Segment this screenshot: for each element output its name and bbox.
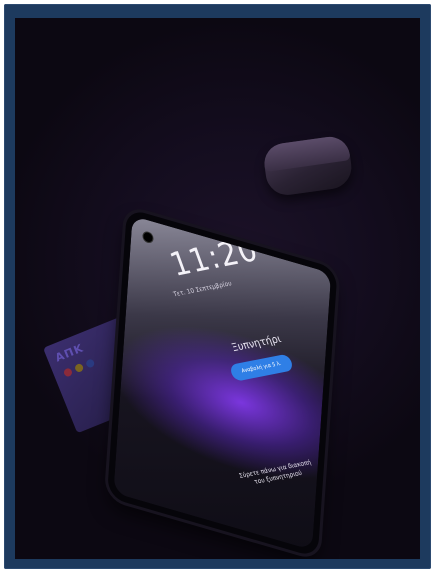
snooze-label: Αναβολή για 5 λ. [240,360,283,375]
card-dot-gold [73,362,85,374]
card-text: AΠK [53,341,86,365]
card-dot-red [62,367,74,378]
card-dot-blue [85,358,96,369]
alarm-title: Ξυπνητήρι [230,333,283,355]
phone-screen: 11:20 Τετ. 10 Σεπτεμβρίου Ξυπνητήρι Αναβ… [113,215,332,551]
smartphone: 11:20 Τετ. 10 Σεπτεμβρίου Ξυπνητήρι Αναβ… [106,208,338,558]
swipe-to-stop-hint: Σύρετε πάνω για διακοπή του ξυπνητηριού [238,458,313,486]
snooze-button[interactable]: Αναβολή για 5 λ. [228,353,295,382]
earbuds-case-lid [261,134,351,172]
front-camera-icon [143,231,153,244]
lock-screen-clock: 11:20 [165,231,264,285]
earbuds-case [261,134,355,198]
photo: AΠK 11:20 Τετ. 10 Σεπτεμβρίου Ξυπνητήρι … [15,18,420,559]
